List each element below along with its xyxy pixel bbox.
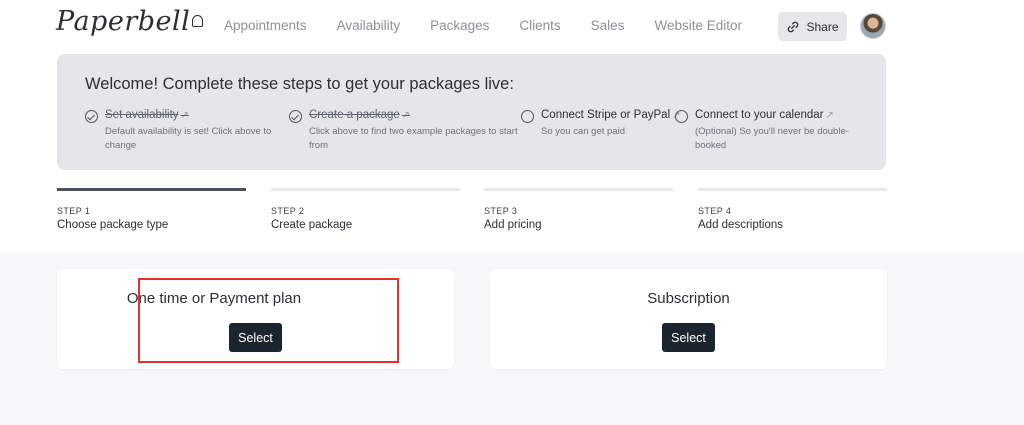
step-label: Add descriptions (698, 219, 784, 231)
checklist-item-title: Connect Stripe or PayPal ↗ (541, 109, 681, 121)
user-avatar[interactable] (860, 13, 886, 39)
logo-text: Paperbell (56, 6, 191, 37)
step-label: Create package (271, 219, 353, 231)
empty-circle-icon (521, 110, 534, 123)
progress-bar (484, 188, 673, 191)
checklist-item-desc: Default availability is set! Click above… (105, 126, 272, 151)
package-card-subscription: Subscription Select (490, 269, 887, 369)
select-subscription-button[interactable]: Select (662, 323, 715, 352)
top-navigation-bar: Paperbell Appointments Availability Pack… (0, 0, 1024, 52)
nav-packages[interactable]: Packages (430, 18, 489, 33)
checklist-item-title: Set availability ↗ (105, 109, 189, 121)
progress-bar-active (57, 188, 246, 191)
checklist-item-desc: So you can get paid (541, 126, 625, 137)
step-number: STEP 3 (484, 206, 518, 216)
checklist-item-title: Create a package ↗ (309, 109, 411, 121)
checklist-item-desc: Click above to find two example packages… (309, 126, 518, 151)
external-arrow-icon: ↗ (401, 110, 411, 121)
step-label: Add pricing (484, 219, 542, 231)
check-circle-icon (85, 110, 98, 123)
share-label: Share (806, 19, 839, 34)
progress-step-3: STEP 3 Add pricing (484, 188, 673, 238)
nav-website-editor[interactable]: Website Editor (654, 18, 742, 33)
nav-sales[interactable]: Sales (591, 18, 625, 33)
card-title: Subscription (647, 290, 730, 307)
external-arrow-icon: ↗ (825, 110, 834, 121)
progress-bar (271, 188, 460, 191)
share-button[interactable]: Share (778, 12, 847, 41)
empty-circle-icon (675, 110, 688, 123)
external-arrow-icon: ↗ (180, 110, 189, 121)
progress-step-1: STEP 1 Choose package type (57, 188, 246, 238)
step-label: Choose package type (57, 219, 169, 231)
progress-step-2: STEP 2 Create package (271, 188, 460, 238)
link-icon (788, 21, 799, 32)
nav-clients[interactable]: Clients (519, 18, 560, 33)
nav-appointments[interactable]: Appointments (224, 18, 307, 33)
main-nav: Appointments Availability Packages Clien… (224, 18, 772, 33)
annotation-highlight-box (138, 278, 399, 363)
step-number: STEP 4 (698, 206, 732, 216)
progress-bar (698, 188, 887, 191)
bell-logo-icon (192, 15, 204, 27)
checklist-item-desc: (Optional) So you'll never be double-boo… (695, 126, 849, 151)
welcome-title: Welcome! Complete these steps to get you… (85, 75, 514, 93)
step-number: STEP 1 (57, 206, 91, 216)
paperbell-logo[interactable]: Paperbell (56, 6, 204, 37)
welcome-checklist-panel: Welcome! Complete these steps to get you… (57, 54, 886, 170)
progress-step-4: STEP 4 Add descriptions (698, 188, 887, 238)
checklist-item-title: Connect to your calendar ↗ (695, 109, 834, 121)
step-number: STEP 2 (271, 206, 305, 216)
nav-availability[interactable]: Availability (337, 18, 401, 33)
check-circle-icon (289, 110, 302, 123)
